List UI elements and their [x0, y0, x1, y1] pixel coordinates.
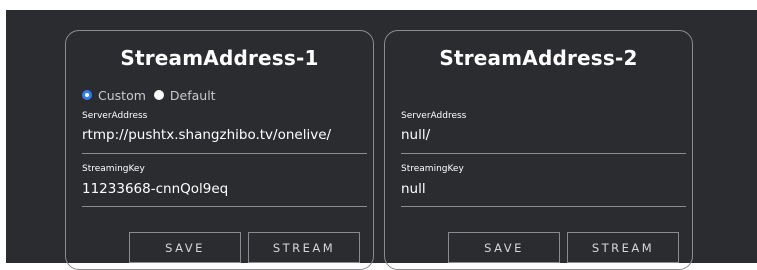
streaming-key-underline	[82, 206, 367, 207]
default-radio[interactable]	[153, 90, 164, 100]
custom-radio-label[interactable]: Custom	[98, 88, 146, 103]
save-button[interactable]: SAVE	[129, 232, 241, 263]
server-address-underline	[401, 153, 686, 154]
streaming-key-underline	[401, 206, 686, 207]
stream-address-card-1: StreamAddress-1 Custom Default ServerAdd…	[65, 30, 374, 270]
default-radio-label[interactable]: Default	[170, 88, 216, 103]
server-address-label: ServerAddress	[82, 111, 148, 121]
save-button[interactable]: SAVE	[448, 232, 560, 263]
stream-address-card-2: StreamAddress-2 ServerAddress null/ Stre…	[384, 30, 693, 270]
streaming-key-field[interactable]: 11233668-cnnQol9eq	[82, 181, 228, 197]
server-address-label: ServerAddress	[401, 111, 467, 121]
card-title: StreamAddress-2	[439, 46, 638, 70]
stream-settings-panel: StreamAddress-1 Custom Default ServerAdd…	[6, 10, 757, 270]
custom-radio[interactable]	[82, 90, 92, 100]
streaming-key-label: StreamingKey	[82, 164, 145, 174]
stream-button[interactable]: STREAM	[248, 232, 360, 263]
server-address-field[interactable]: rtmp://pushtx.shangzhibo.tv/onelive/	[82, 127, 331, 143]
server-address-underline	[82, 153, 367, 154]
card-title: StreamAddress-1	[120, 46, 319, 70]
stream-button[interactable]: STREAM	[567, 232, 679, 263]
streaming-key-label: StreamingKey	[401, 164, 464, 174]
address-mode-radio-group: Custom Default	[82, 87, 224, 103]
server-address-field[interactable]: null/	[401, 127, 430, 143]
streaming-key-field[interactable]: null	[401, 181, 426, 197]
